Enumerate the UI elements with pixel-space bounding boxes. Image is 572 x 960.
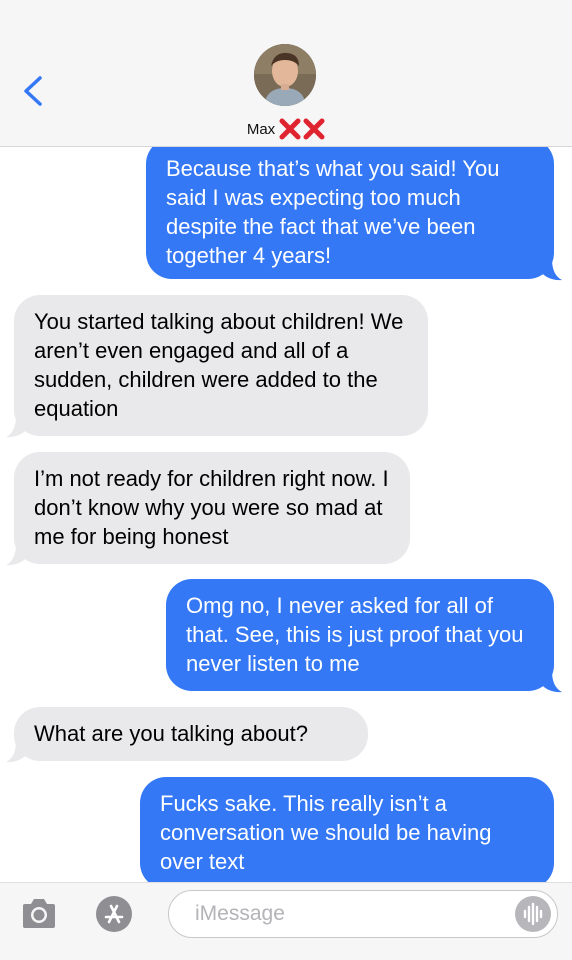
message-sent[interactable]: Omg no, I never asked for all of that. S… <box>166 579 554 691</box>
message-input[interactable]: iMessage <box>168 890 558 938</box>
app-store-glyph <box>104 904 124 924</box>
message-text: What are you talking about? <box>34 721 308 746</box>
message-text: Because that’s what you said! You said I… <box>166 156 500 268</box>
message-sent[interactable]: Because that’s what you said! You said I… <box>146 138 554 279</box>
message-text: I’m not ready for children right now. I … <box>34 466 389 549</box>
message-received[interactable]: You started talking about children! We a… <box>14 295 428 436</box>
bubble-tail <box>540 259 562 281</box>
message-text: Fucks sake. This really isn’t a conversa… <box>160 791 492 874</box>
conversation-header: Max <box>0 0 572 147</box>
cross-mark-icon <box>279 118 325 140</box>
audio-waveform-icon <box>523 902 543 926</box>
bubble-tail <box>6 416 28 438</box>
contact-title[interactable]: Max <box>0 115 572 143</box>
message-text: You started talking about children! We a… <box>34 309 404 421</box>
avatar-photo <box>254 44 316 106</box>
contact-name: Max <box>246 120 276 138</box>
message-received[interactable]: I’m not ready for children right now. I … <box>14 452 410 564</box>
app-store-icon[interactable] <box>96 896 132 932</box>
bubble-tail <box>6 544 28 566</box>
message-text: Omg no, I never asked for all of that. S… <box>186 593 524 676</box>
camera-icon[interactable] <box>20 897 58 931</box>
message-placeholder: iMessage <box>195 902 285 925</box>
message-composer: iMessage <box>0 882 572 960</box>
message-received[interactable]: What are you talking about? <box>14 707 368 761</box>
chevron-left-icon[interactable] <box>20 74 46 108</box>
audio-message-button[interactable] <box>515 896 551 932</box>
message-sent[interactable]: Fucks sake. This really isn’t a conversa… <box>140 777 554 882</box>
bubble-tail <box>540 671 562 693</box>
contact-avatar[interactable] <box>254 44 316 106</box>
bubble-tail <box>6 741 28 763</box>
